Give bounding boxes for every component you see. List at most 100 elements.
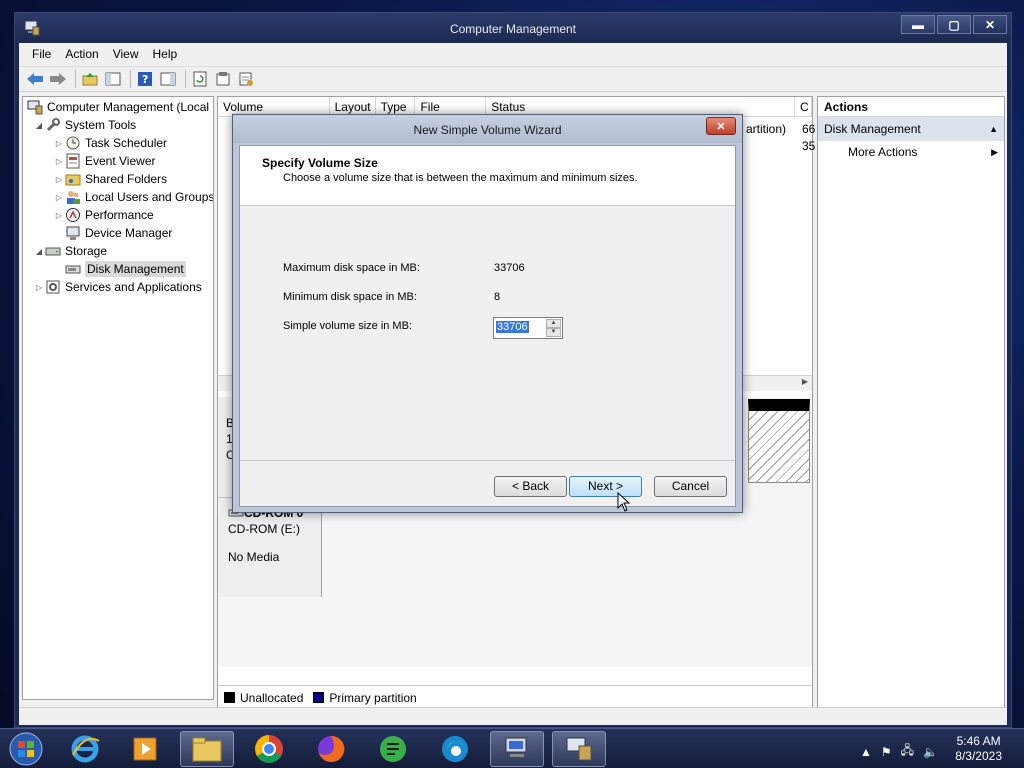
expanded-arrow-icon[interactable]: ◢	[33, 247, 45, 256]
tree-item-performance[interactable]: ▷ Performance	[53, 206, 154, 224]
volume-size-stepper[interactable]: 33706 ▲ ▼	[493, 317, 563, 339]
next-button[interactable]: Next >	[569, 476, 642, 497]
taskbar-clock[interactable]: 5:46 AM 8/3/2023	[955, 734, 1002, 764]
volume-icon[interactable]: 🔈	[923, 745, 938, 759]
wizard-body: Specify Volume Size Choose a volume size…	[239, 145, 736, 507]
properties-icon[interactable]	[213, 69, 233, 89]
back-button[interactable]: < Back	[494, 476, 567, 497]
collapsed-arrow-icon[interactable]: ▷	[53, 211, 65, 220]
tree-item-computer-management[interactable]: Computer Management (Local	[27, 98, 209, 116]
cancel-button[interactable]: Cancel	[654, 476, 727, 497]
media-player-icon	[133, 737, 157, 761]
internet-explorer-icon	[71, 735, 100, 763]
more-actions-item[interactable]: More Actions ▶	[818, 141, 1004, 163]
collapsed-arrow-icon[interactable]: ▷	[53, 157, 65, 166]
wizard-subheading: Choose a volume size that is between the…	[283, 172, 638, 184]
maximize-button[interactable]: ▢	[937, 15, 971, 34]
title-bar[interactable]: Computer Management ▬ ▢ ✕	[15, 13, 1011, 43]
collapsed-arrow-icon[interactable]: ▷	[53, 193, 65, 202]
taskbar-edge[interactable]	[428, 731, 482, 767]
network-computer-icon	[505, 737, 527, 757]
forward-icon[interactable]	[48, 69, 68, 89]
tree-label: Task Scheduler	[85, 136, 168, 150]
wizard-title: New Simple Volume Wizard	[413, 123, 562, 137]
menu-file[interactable]: File	[25, 43, 58, 65]
spin-down-icon[interactable]: ▼	[546, 328, 561, 337]
tree-label: Disk Management	[85, 261, 186, 277]
sheets-icon	[380, 736, 406, 762]
taskbar-sheets[interactable]	[366, 731, 420, 767]
toolbar-separator	[185, 70, 186, 88]
collapsed-arrow-icon[interactable]: ▷	[53, 139, 65, 148]
toolbar-separator	[130, 70, 131, 88]
tree-item-disk-management[interactable]: Disk Management	[65, 260, 186, 278]
toolbar: ?	[19, 66, 1007, 92]
min-space-value: 8	[494, 291, 501, 303]
export-list-icon[interactable]	[236, 69, 256, 89]
column-capacity[interactable]: C	[795, 97, 812, 117]
actions-pane: Actions Disk Management ▲ More Actions ▶	[817, 96, 1005, 710]
services-icon	[45, 279, 61, 295]
menu-bar: File Action View Help	[19, 43, 1007, 65]
actions-header: Actions	[818, 97, 1004, 117]
help-icon[interactable]: ?	[135, 69, 155, 89]
close-button[interactable]: ✕	[973, 15, 1007, 34]
tree-item-task-scheduler[interactable]: ▷ Task Scheduler	[53, 134, 167, 152]
menu-view[interactable]: View	[106, 43, 146, 65]
actions-section-disk-management[interactable]: Disk Management ▲	[818, 117, 1004, 141]
legend-primary-partition: Primary partition	[313, 690, 417, 705]
cdrom-drive-letter: CD-ROM (E:)	[228, 522, 300, 536]
collapse-arrow-icon[interactable]: ▲	[989, 124, 998, 134]
volume-row-capacity: 35	[802, 139, 816, 153]
back-icon[interactable]	[25, 69, 45, 89]
taskbar: ▲ ⚑ 🖧 🔈 5:46 AM 8/3/2023	[0, 728, 1024, 768]
refresh-icon[interactable]	[190, 69, 210, 89]
minimize-button[interactable]: ▬	[901, 15, 935, 34]
show-hide-action-pane-icon[interactable]	[158, 69, 178, 89]
taskbar-computer-management[interactable]	[552, 731, 606, 767]
volume-size-input[interactable]: 33706	[496, 321, 529, 333]
up-folder-icon[interactable]	[80, 69, 100, 89]
storage-icon	[45, 243, 61, 259]
tree-item-device-manager[interactable]: Device Manager	[65, 224, 172, 242]
tree-item-services-applications[interactable]: ▷ Services and Applications	[33, 278, 202, 296]
selected-unallocated-partition[interactable]	[748, 399, 810, 483]
max-space-value: 33706	[494, 262, 525, 274]
spin-up-icon[interactable]: ▲	[546, 319, 561, 328]
start-button[interactable]	[6, 731, 46, 767]
wizard-separator	[240, 460, 735, 461]
tree-item-storage[interactable]: ◢ Storage	[33, 242, 107, 260]
action-center-flag-icon[interactable]: ⚑	[881, 745, 892, 759]
tree-item-local-users-groups[interactable]: ▷ Local Users and Groups	[53, 188, 213, 206]
taskbar-internet-explorer[interactable]	[58, 731, 112, 767]
legend-label: Primary partition	[329, 690, 417, 705]
expanded-arrow-icon[interactable]: ◢	[33, 121, 45, 130]
wizard-close-button[interactable]: ✕	[706, 117, 736, 135]
windows-logo-icon	[9, 732, 43, 766]
tree-label: Shared Folders	[85, 172, 168, 186]
tree-item-system-tools[interactable]: ◢ System Tools	[33, 116, 136, 134]
network-icon[interactable]: 🖧	[901, 741, 914, 762]
collapsed-arrow-icon[interactable]: ▷	[53, 175, 65, 184]
taskbar-chrome[interactable]	[242, 731, 296, 767]
taskbar-network-app[interactable]	[490, 731, 544, 767]
collapsed-arrow-icon[interactable]: ▷	[33, 283, 45, 292]
taskbar-file-explorer[interactable]	[180, 731, 234, 767]
show-hidden-icons-icon[interactable]: ▲	[860, 745, 872, 759]
wizard-header: Specify Volume Size Choose a volume size…	[240, 146, 735, 206]
users-icon	[65, 189, 81, 205]
show-hide-console-tree-icon[interactable]	[103, 69, 123, 89]
taskbar-media-player[interactable]	[118, 731, 172, 767]
wizard-heading: Specify Volume Size	[262, 156, 378, 170]
wizard-title-bar[interactable]: New Simple Volume Wizard ✕	[233, 115, 742, 143]
cdrom-media-status: No Media	[228, 550, 280, 564]
tree-item-event-viewer[interactable]: ▷ Event Viewer	[53, 152, 155, 170]
menu-action[interactable]: Action	[58, 43, 105, 65]
scroll-right-icon[interactable]: ▶	[802, 377, 808, 386]
tree-item-shared-folders[interactable]: ▷ Shared Folders	[53, 170, 167, 188]
tree-label: Device Manager	[85, 226, 173, 240]
volume-row-capacity: 66	[802, 122, 816, 136]
menu-help[interactable]: Help	[146, 43, 185, 65]
taskbar-firefox[interactable]	[304, 731, 358, 767]
performance-icon	[65, 207, 81, 223]
